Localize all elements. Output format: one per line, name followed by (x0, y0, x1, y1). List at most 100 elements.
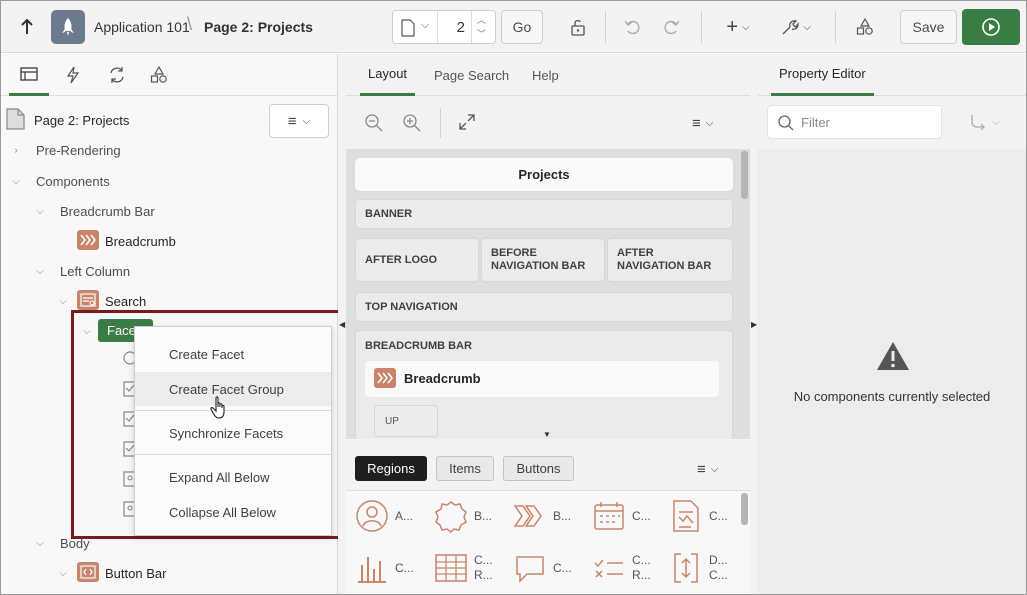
tab-shared-components[interactable] (143, 54, 175, 96)
hamburger-icon: ≡ (287, 112, 297, 130)
gallery-tab-items[interactable]: Items (436, 456, 494, 481)
gallery-item-comments[interactable]: C... (513, 546, 593, 590)
chevron-down-icon[interactable]: ⌵ (57, 567, 69, 579)
breadcrumb-component-icon (374, 368, 396, 388)
go-button[interactable]: Go (501, 10, 543, 44)
gallery-item-dynamic-content[interactable]: D... C... (671, 546, 750, 590)
chevron-down-icon[interactable]: ⌵ (34, 265, 46, 277)
utilities-menu-button[interactable]: ⌵ (777, 13, 815, 41)
expand-right-icon: ▶ (751, 320, 758, 329)
gallery-item-breadcrumb[interactable]: B... (513, 494, 593, 538)
menu-item-collapse-all-below[interactable]: Collapse All Below (135, 495, 331, 529)
gallery-item-alert[interactable]: A... (355, 494, 435, 538)
gallery-item-checklist[interactable]: C... R... (592, 546, 672, 590)
gallery-item-classic-report[interactable]: C... R... (434, 546, 514, 590)
undo-icon (624, 20, 640, 35)
lightning-icon (67, 66, 79, 84)
up-arrow-icon (21, 19, 33, 34)
goto-arrow-icon (971, 115, 985, 130)
page-selector[interactable]: ⌵ 2 ︿ ﹀ (392, 10, 496, 44)
gallery-item-calendar[interactable]: C... (592, 494, 672, 538)
chevron-down-icon[interactable]: ⌵ (34, 537, 46, 549)
tab-property-editor[interactable]: Property Editor (771, 54, 874, 96)
lock-button[interactable] (563, 13, 593, 41)
run-button[interactable] (962, 9, 1020, 45)
chevron-down-icon[interactable]: ⌵ (34, 205, 46, 217)
gallery-item-label: C... (553, 561, 572, 575)
checklist-region-icon (594, 559, 623, 578)
tree-node-components[interactable]: Components (36, 174, 110, 189)
shared-components-button[interactable] (851, 13, 879, 41)
tab-processing[interactable] (101, 54, 133, 96)
breadcrumb-app-name[interactable]: Application 101 (94, 19, 190, 35)
middle-tabs: Layout Page Search Help (346, 54, 750, 96)
region-before-navigation-bar[interactable]: BEFORE NAVIGATION BAR (481, 238, 605, 282)
region-after-logo[interactable]: AFTER LOGO (355, 238, 479, 282)
gallery-item-label: C... (709, 509, 728, 523)
gallery-tab-regions[interactable]: Regions (355, 456, 427, 481)
decrement-icon[interactable]: ﹀ (477, 27, 486, 40)
undo-button[interactable] (619, 13, 647, 41)
zoom-out-icon[interactable] (365, 114, 383, 132)
increment-icon[interactable]: ︿ (477, 13, 486, 26)
gallery-item-card[interactable]: C... (671, 494, 750, 538)
up-arrow-button[interactable] (13, 13, 41, 41)
region-top-navigation[interactable]: TOP NAVIGATION (355, 292, 733, 322)
chart-region-icon (358, 557, 386, 583)
left-splitter[interactable]: ◀ (338, 54, 346, 594)
left-tabs (1, 54, 337, 96)
right-splitter[interactable]: ▶ (750, 54, 758, 594)
right-pane: Property Editor Filter ⌵ No components c… (758, 54, 1026, 594)
tree-node-search[interactable]: Search (105, 294, 146, 309)
menu-item-create-facet-group[interactable]: Create Facet Group (135, 372, 331, 406)
gallery-menu-button[interactable]: ≡ ⌵ (697, 459, 731, 479)
redo-button[interactable] (657, 13, 685, 41)
tab-help[interactable]: Help (524, 54, 567, 96)
tree-node-pre-rendering[interactable]: Pre-Rendering (36, 143, 121, 158)
region-after-navigation-bar[interactable]: AFTER NAVIGATION BAR (607, 238, 733, 282)
rocket-icon (62, 18, 74, 36)
tree-node-breadcrumb[interactable]: Breadcrumb (105, 234, 176, 249)
app-icon[interactable] (51, 10, 85, 44)
unlock-icon (571, 19, 585, 36)
tab-dynamic-actions[interactable] (57, 54, 89, 96)
expand-icon[interactable] (459, 114, 475, 130)
canvas-page-title[interactable]: Projects (355, 158, 733, 191)
refresh-icon (110, 67, 124, 83)
chevron-down-icon[interactable]: ⌵ (57, 295, 69, 307)
hand-cursor-icon (210, 396, 225, 419)
go-to-group-button[interactable]: ⌵ (970, 112, 1006, 132)
scroll-down-icon[interactable]: ▼ (543, 430, 551, 439)
canvas-scrollbar[interactable] (741, 151, 748, 199)
page-root-node[interactable]: Page 2: Projects (34, 113, 129, 128)
save-button[interactable]: Save (900, 10, 957, 44)
tree-node-breadcrumb-bar[interactable]: Breadcrumb Bar (60, 204, 155, 219)
region-banner[interactable]: BANNER (355, 199, 733, 229)
tab-layout[interactable]: Layout (360, 54, 416, 96)
tree-node-left-column[interactable]: Left Column (60, 264, 130, 279)
tab-rendering[interactable] (9, 54, 49, 96)
tree-menu-button[interactable]: ≡ ⌵ (269, 104, 329, 138)
region-breadcrumb-bar[interactable]: BREADCRUMB BAR Breadcrumb UP (355, 330, 733, 439)
gallery-item-badge[interactable]: B... (434, 494, 514, 538)
page-number-input[interactable]: 2 (451, 19, 465, 36)
menu-item-create-facet[interactable]: Create Facet (135, 337, 331, 371)
layout-menu-button[interactable]: ≡ ⌵ (692, 110, 726, 136)
chevron-down-icon[interactable]: ⌵ (10, 175, 22, 187)
zoom-in-icon[interactable] (403, 114, 421, 132)
breadcrumb-component-card[interactable]: Breadcrumb (365, 361, 719, 397)
gallery-tab-buttons[interactable]: Buttons (503, 456, 574, 481)
gallery-item-chart[interactable]: C... (355, 546, 435, 590)
menu-item-synchronize-facets[interactable]: Synchronize Facets (135, 416, 331, 450)
page-icon (401, 19, 415, 37)
filter-input[interactable]: Filter (767, 105, 942, 139)
chevron-right-icon[interactable]: › (10, 144, 22, 156)
create-menu-button[interactable]: + ⌵ (719, 13, 757, 41)
page-icon (6, 108, 25, 130)
property-editor-tabs: Property Editor (758, 54, 1026, 96)
region-up[interactable]: UP (374, 405, 438, 437)
alert-region-icon (356, 500, 388, 532)
tree-node-button-bar[interactable]: Button Bar (105, 566, 166, 581)
menu-item-expand-all-below[interactable]: Expand All Below (135, 460, 331, 494)
tab-page-search[interactable]: Page Search (426, 54, 517, 96)
